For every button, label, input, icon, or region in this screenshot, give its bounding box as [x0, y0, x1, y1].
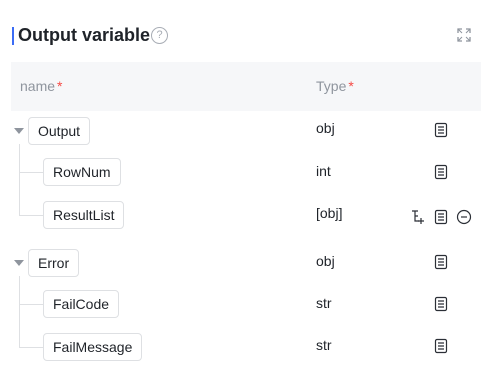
remove-circle-icon[interactable]: [456, 209, 472, 225]
add-child-icon[interactable]: [410, 209, 426, 225]
variable-type-resultlist[interactable]: [obj]: [316, 205, 342, 221]
panel-header: Output variable ?: [12, 24, 486, 48]
required-mark: *: [348, 78, 354, 94]
document-list-icon[interactable]: [433, 209, 449, 225]
variable-name-rownum[interactable]: RowNum: [43, 158, 121, 186]
required-mark: *: [57, 78, 63, 94]
tree-connector: [19, 304, 43, 305]
panel-title: Output variable: [18, 25, 151, 45]
document-list-icon[interactable]: [433, 164, 449, 180]
variable-name-output[interactable]: Output: [28, 117, 91, 145]
table-header: name * Type *: [11, 62, 481, 111]
document-list-icon[interactable]: [433, 338, 449, 354]
tree-connector: [19, 172, 43, 173]
variable-name-failcode[interactable]: FailCode: [43, 290, 120, 318]
tree-connector: [19, 144, 20, 215]
variable-name-failmessage[interactable]: FailMessage: [43, 333, 143, 361]
column-header-name: name *: [20, 78, 63, 94]
variable-type-failmessage[interactable]: str: [316, 337, 332, 353]
expand-icon[interactable]: [456, 27, 472, 43]
document-list-icon[interactable]: [433, 254, 449, 270]
variable-name-error[interactable]: Error: [28, 249, 80, 277]
variable-type-error[interactable]: obj: [316, 253, 335, 269]
variable-name-resultlist[interactable]: ResultList: [43, 201, 125, 229]
tree-connector: [19, 347, 43, 348]
variable-type-failcode[interactable]: str: [316, 295, 332, 311]
document-list-icon[interactable]: [433, 296, 449, 312]
title-accent-bar: [12, 27, 14, 45]
help-icon[interactable]: ?: [151, 27, 168, 44]
variable-type-rownum[interactable]: int: [316, 163, 331, 179]
tree-connector: [19, 276, 20, 347]
tree-connector: [19, 215, 43, 216]
collapse-caret-icon[interactable]: [14, 260, 24, 266]
collapse-caret-icon[interactable]: [14, 128, 24, 134]
variable-type-output[interactable]: obj: [316, 120, 335, 136]
column-header-type: Type *: [316, 78, 354, 94]
document-list-icon[interactable]: [433, 122, 449, 138]
